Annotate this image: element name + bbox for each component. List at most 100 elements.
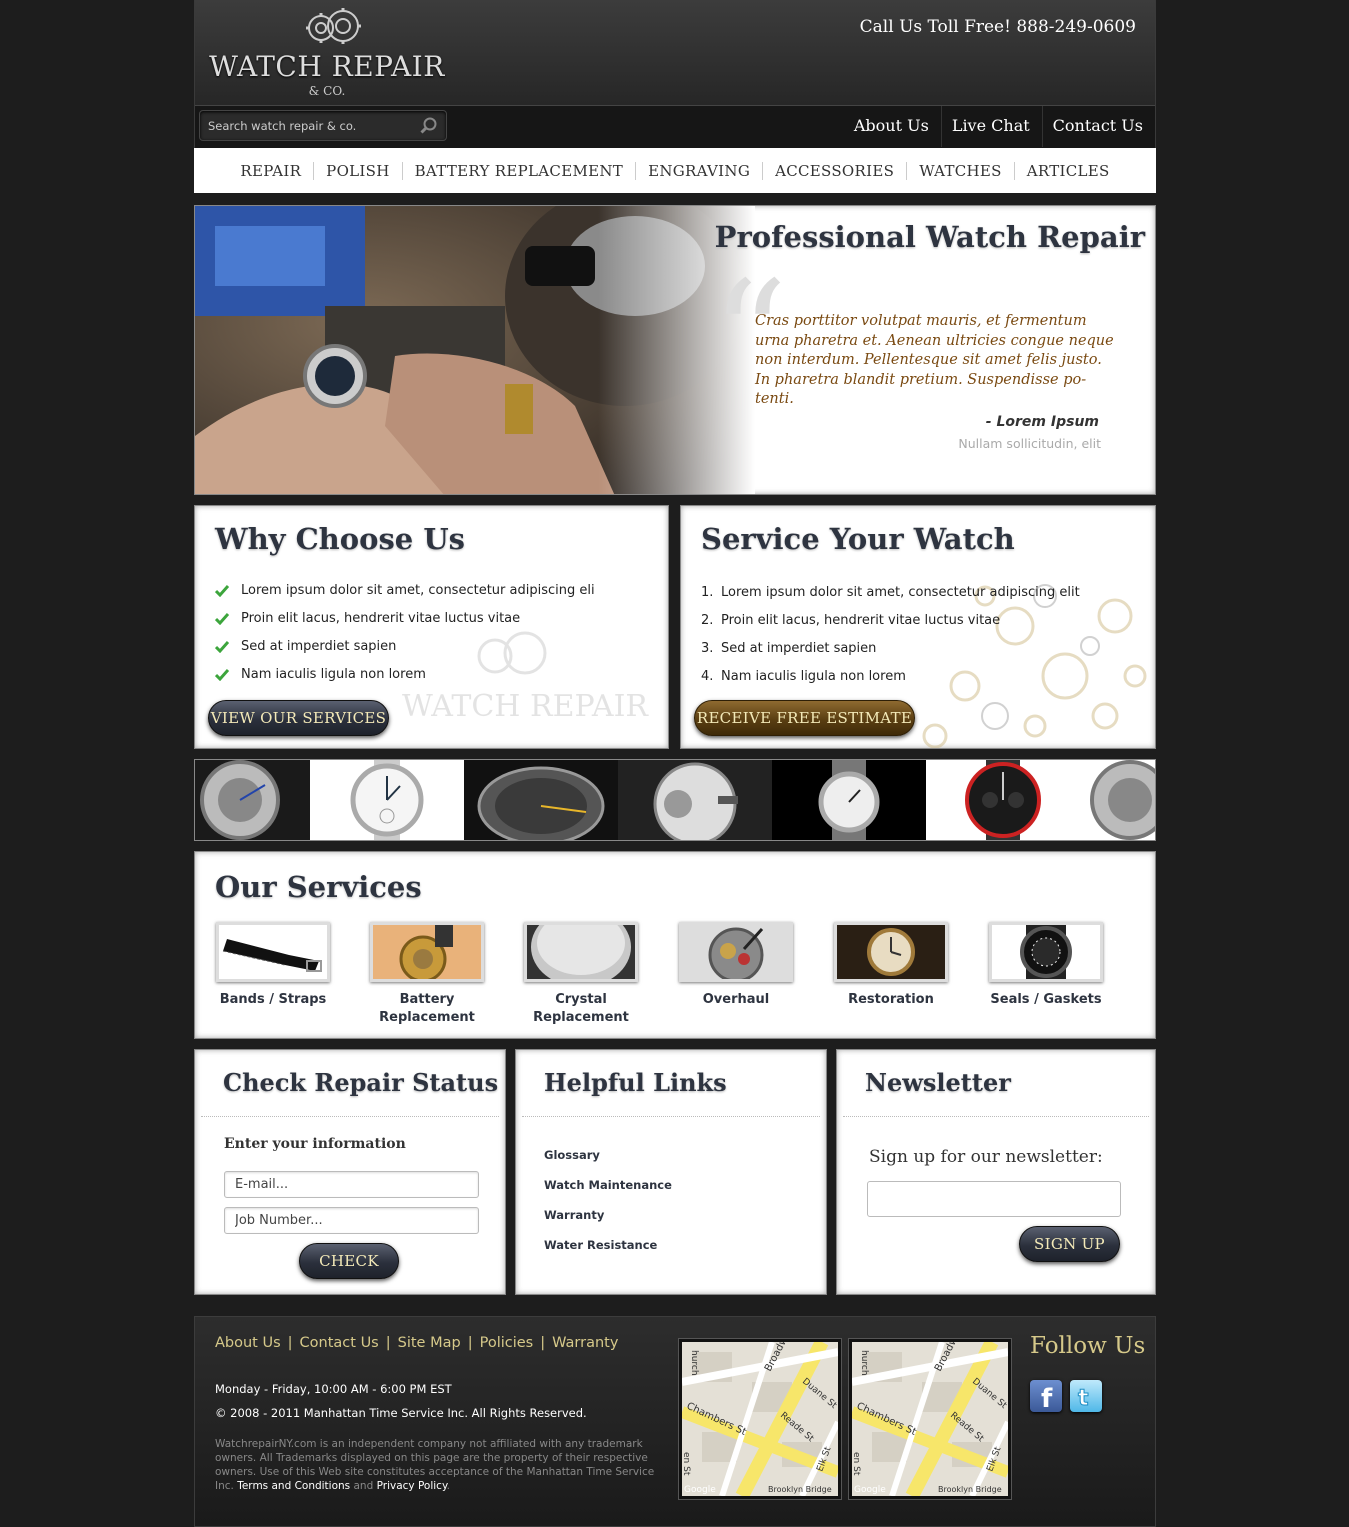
terms-link[interactable]: Terms and Conditions [237, 1480, 350, 1492]
nav-articles[interactable]: ARTICLES [1013, 161, 1122, 180]
job-number-field[interactable] [224, 1207, 479, 1234]
crystal-replacement-thumbnail[interactable] [524, 922, 638, 982]
and-text: and [353, 1480, 374, 1492]
footer-about-link[interactable]: About Us [215, 1335, 281, 1351]
sign-up-button[interactable]: SIGN UP [1019, 1226, 1120, 1262]
watch-maintenance-link[interactable]: Watch Maintenance [544, 1178, 672, 1192]
hero-title: Professional Watch Repair [714, 220, 1145, 254]
list-item: Nam iaculis ligula non lorem [215, 660, 595, 688]
service-overhaul[interactable]: Overhaul [671, 922, 801, 1009]
divider [522, 1116, 820, 1117]
service-label[interactable]: Seals / Gaskets [981, 991, 1111, 1009]
newsletter-email-input[interactable] [867, 1181, 1121, 1217]
restoration-thumbnail[interactable] [834, 922, 948, 982]
main-nav: REPAIR POLISH BATTERY REPLACEMENT ENGRAV… [194, 148, 1156, 193]
watch-carousel[interactable] [194, 759, 1156, 841]
water-resistance-link[interactable]: Water Resistance [544, 1238, 657, 1252]
watch-image[interactable] [618, 760, 772, 840]
svg-text:f: f [1041, 1384, 1053, 1412]
footer-contact-link[interactable]: Contact Us [300, 1335, 379, 1351]
email-field[interactable] [224, 1171, 479, 1198]
service-label[interactable]: Battery Replacement [362, 991, 492, 1027]
nav-repair[interactable]: REPAIR [228, 162, 313, 180]
watch-image[interactable] [195, 760, 310, 840]
separator: | [385, 1335, 391, 1351]
list-item: 4. Nam iaculis ligula non lorem [701, 662, 1080, 690]
search-icon[interactable] [420, 117, 438, 135]
service-seals-gaskets[interactable]: Seals / Gaskets [981, 922, 1111, 1009]
privacy-link[interactable]: Privacy Policy [377, 1480, 447, 1492]
why-title: Why Choose Us [215, 522, 465, 556]
nav-polish[interactable]: POLISH [313, 161, 401, 180]
nav-engraving[interactable]: ENGRAVING [635, 161, 762, 180]
status-title: Check Repair Status [223, 1068, 499, 1097]
view-services-button[interactable]: VIEW OUR SERVICES [208, 700, 389, 736]
footer-sitemap-link[interactable]: Site Map [398, 1335, 461, 1351]
logo-text: WATCH REPAIR [209, 50, 445, 83]
divider [843, 1116, 1149, 1117]
period: . [446, 1480, 451, 1492]
nav-battery-replacement[interactable]: BATTERY REPLACEMENT [401, 161, 635, 180]
seals-gaskets-thumbnail[interactable] [989, 922, 1103, 982]
service-crystal-replacement[interactable]: Crystal Replacement [516, 922, 646, 1027]
about-us-link[interactable]: About Us [844, 106, 941, 147]
gears-logo-icon [306, 8, 361, 44]
facebook-icon[interactable]: f [1030, 1380, 1062, 1414]
services-title: Our Services [215, 870, 422, 904]
service-label[interactable]: Bands / Straps [208, 991, 338, 1009]
list-item-text: Lorem ipsum dolor sit amet, consectetur … [721, 584, 1080, 600]
check-button[interactable]: CHECK [299, 1243, 399, 1279]
service-restoration[interactable]: Restoration [826, 922, 956, 1009]
service-label[interactable]: Crystal Replacement [516, 991, 646, 1027]
list-item: 3. Sed at imperdiet sapien [701, 634, 1080, 662]
map-label: en St [682, 1452, 691, 1476]
list-item-text: Proin elit lacus, hendrerit vitae luctus… [721, 612, 1001, 628]
watch-image[interactable] [1080, 760, 1155, 840]
why-choose-us: WATCH REPAIR Why Choose Us Lorem ipsum d… [194, 505, 669, 749]
watch-image[interactable] [310, 760, 464, 840]
glossary-link[interactable]: Glossary [544, 1148, 600, 1162]
nav-watches[interactable]: WATCHES [906, 161, 1014, 180]
watch-image[interactable] [772, 760, 926, 840]
footer-warranty-link[interactable]: Warranty [552, 1335, 618, 1351]
service-title: Service Your Watch [701, 522, 1015, 556]
warranty-link[interactable]: Warranty [544, 1208, 604, 1222]
map-thumbnail[interactable]: Broadway Duane St Reade St Chambers St E… [849, 1339, 1011, 1499]
list-item-text: Proin elit lacus, hendrerit vitae luctus… [241, 610, 521, 626]
twitter-icon[interactable]: t [1070, 1380, 1102, 1412]
free-estimate-button[interactable]: RECEIVE FREE ESTIMATE [694, 700, 915, 736]
watchmaker-photo [195, 206, 755, 494]
follow-us-heading: Follow Us [1030, 1333, 1146, 1359]
newsletter-title: Newsletter [865, 1068, 1011, 1097]
logo[interactable]: WATCH REPAIR & CO. [207, 0, 447, 104]
map-label: en St [852, 1452, 861, 1476]
battery-replacement-thumbnail[interactable] [370, 922, 484, 982]
service-your-watch: Service Your Watch 1. Lorem ipsum dolor s… [680, 505, 1156, 749]
map-label: hurch [859, 1350, 869, 1376]
list-item: 1. Lorem ipsum dolor sit amet, consectetu… [701, 578, 1080, 606]
svg-text:t: t [1078, 1386, 1089, 1411]
check-repair-status: Check Repair Status Enter your informati… [194, 1049, 506, 1295]
service-label[interactable]: Restoration [826, 991, 956, 1009]
list-item-text: Sed at imperdiet sapien [721, 640, 877, 656]
nav-accessories[interactable]: ACCESSORIES [762, 161, 906, 180]
contact-us-link[interactable]: Contact Us [1041, 106, 1155, 147]
service-list: 1. Lorem ipsum dolor sit amet, consectetu… [701, 578, 1080, 690]
service-label[interactable]: Overhaul [671, 991, 801, 1009]
overhaul-thumbnail[interactable] [679, 922, 793, 982]
quote-author: - Lorem Ipsum [985, 414, 1099, 430]
check-icon [215, 584, 229, 597]
footer-policies-link[interactable]: Policies [480, 1335, 534, 1351]
map-thumbnail[interactable]: Broadway Duane St Reade St Chambers St E… [679, 1339, 841, 1499]
search-box [199, 110, 447, 141]
live-chat-link[interactable]: Live Chat [940, 106, 1042, 147]
service-battery-replacement[interactable]: Battery Replacement [362, 922, 492, 1027]
phone-number: Call Us Toll Free! 888-249-0609 [859, 17, 1136, 37]
service-bands-straps[interactable]: Bands / Straps [208, 922, 338, 1009]
map-label: Brooklyn Bridge [768, 1485, 832, 1494]
search-input[interactable] [208, 111, 408, 140]
watch-image[interactable] [464, 760, 618, 840]
watch-image[interactable] [926, 760, 1080, 840]
bands-straps-thumbnail[interactable] [216, 922, 330, 982]
divider [201, 1116, 499, 1117]
